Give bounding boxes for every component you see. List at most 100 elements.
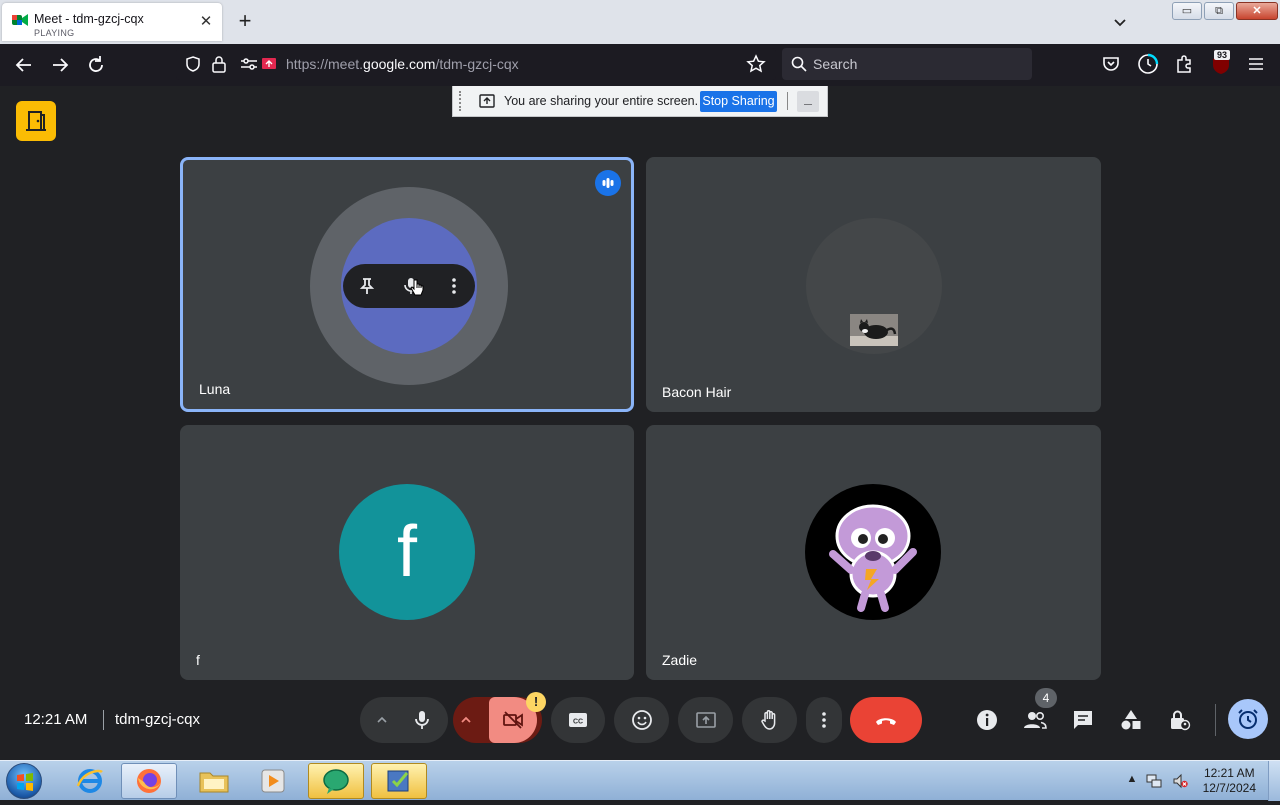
taskbar-app-checklist[interactable] [371,763,427,799]
reactions-button[interactable] [614,697,669,743]
search-bar[interactable]: Search [782,48,1032,80]
meeting-code: tdm-gzcj-cqx [115,711,201,728]
checklist-app-icon [387,770,409,792]
participant-name: Zadie [662,652,698,668]
search-placeholder: Search [813,56,858,72]
window-minimize-button[interactable]: ▭ [1172,2,1202,20]
door-exit-icon [26,111,46,131]
activities-button[interactable] [1112,701,1150,739]
new-tab-button[interactable]: + [234,10,256,33]
participant-count-badge: 4 [1035,688,1057,708]
avatar-bacon-hair [806,218,942,354]
permissions-icon[interactable] [240,56,258,72]
lock-icon[interactable] [211,55,227,73]
drag-grip-handle[interactable] [459,91,463,111]
address-bar[interactable]: https://meet.google.com/tdm-gzcj-cqx [176,48,776,80]
cat-photo-thumbnail [850,314,898,346]
avatar-f: f [339,484,475,620]
video-options-chevron-icon[interactable] [459,713,473,727]
participant-tile-f[interactable]: f f [180,425,634,680]
taskbar-internet-explorer[interactable] [62,763,118,799]
microphone-control-group [360,697,448,743]
banner-divider [787,92,788,110]
meet-favicon-icon [12,14,28,26]
show-hidden-icons-arrow[interactable]: ▲ [1124,773,1140,789]
participant-tile-luna[interactable]: Luna [180,157,634,412]
tab-audio-status: PLAYING [34,28,75,38]
taskbar-media-player[interactable] [245,763,301,799]
folder-icon [199,772,229,793]
menu-hamburger-icon[interactable] [1246,54,1266,74]
meeting-clock: 12:21 AM [24,711,88,728]
meeting-details-button[interactable] [968,701,1006,739]
participant-tile-zadie[interactable]: Zadie [646,425,1101,680]
leave-call-button[interactable] [850,697,922,743]
chat-bubble-icon [1074,711,1092,729]
chat-app-icon [323,769,349,794]
browser-tab-meet[interactable]: Meet - tdm-gzcj-cqx PLAYING ✕ [2,3,222,41]
present-screen-icon [479,94,495,108]
window-controls: ▭ ⧉ ✕ [1172,2,1278,20]
more-options-icon[interactable] [444,276,464,296]
windows-logo-icon [17,773,33,791]
stop-sharing-button[interactable]: Stop Sharing [700,91,777,112]
participant-name: Luna [199,381,231,397]
timer-button[interactable] [1228,699,1268,739]
share-status-text: You are sharing your entire screen. [504,94,699,108]
captions-button[interactable]: CC [551,697,605,743]
screen-share-banner: You are sharing your entire screen. Stop… [452,86,828,117]
info-icon [977,710,997,730]
participant-name: f [196,652,200,668]
search-icon [791,56,807,72]
cartoon-character-avatar [829,504,917,612]
tab-close-icon[interactable]: ✕ [198,14,214,30]
media-player-icon [261,769,285,793]
screen-sharing-indicator-icon[interactable] [261,56,277,72]
avatar-zadie [805,484,941,620]
back-arrow-icon[interactable] [12,53,36,77]
audio-options-chevron-icon[interactable] [375,713,389,727]
raise-hand-button[interactable] [742,697,797,743]
meeting-activities-button[interactable] [16,101,56,141]
bookmark-star-icon[interactable] [746,54,766,74]
closed-captions-icon: CC [569,713,587,727]
participant-tile-bacon-hair[interactable]: Bacon Hair [646,157,1101,412]
taskbar-firefox[interactable] [121,763,177,799]
list-all-tabs-icon[interactable] [1110,12,1130,32]
more-options-button[interactable] [806,697,842,743]
present-now-button[interactable] [678,697,733,743]
browser-tabstrip: Meet - tdm-gzcj-cqx PLAYING ✕ + ▭ ⧉ ✕ [0,0,1280,44]
taskbar-file-explorer[interactable] [186,763,242,799]
windows-taskbar: ▲ 12:21 AM 12/7/2024 [0,760,1280,801]
pin-icon[interactable] [357,276,377,296]
extensions-puzzle-icon[interactable] [1174,54,1194,74]
tile-hover-controls [343,264,475,308]
show-desktop-button[interactable] [1268,761,1280,801]
hide-banner-button[interactable]: _ [797,91,819,112]
emoji-smile-icon [631,710,652,730]
camera-off-icon [502,711,523,729]
network-icon[interactable] [1146,773,1162,789]
window-close-button[interactable]: ✕ [1236,2,1278,20]
start-button[interactable] [6,763,42,799]
taskbar-app-bubble[interactable] [308,763,364,799]
camera-warning-badge: ! [526,692,546,712]
chat-button[interactable] [1064,701,1102,739]
system-clock[interactable]: 12:21 AM 12/7/2024 [1203,766,1256,796]
reload-icon[interactable] [84,53,108,77]
volume-muted-icon[interactable] [1172,773,1188,789]
browser-navbar: https://meet.google.com/tdm-gzcj-cqx Sea… [0,44,1280,86]
shapes-icon [1121,710,1141,730]
window-restore-button[interactable]: ⧉ [1204,2,1234,20]
clock-date: 12/7/2024 [1202,781,1256,795]
microphone-icon[interactable] [411,709,433,731]
host-controls-button[interactable] [1160,701,1198,739]
people-icon [1024,712,1047,729]
raise-hand-icon [760,710,775,730]
tracking-shield-icon[interactable] [184,55,202,73]
firefox-icon [137,769,161,793]
account-sync-icon[interactable] [1137,53,1159,75]
svg-text:CC: CC [573,719,583,726]
forward-arrow-icon[interactable] [48,53,72,77]
pocket-icon[interactable] [1101,54,1121,74]
